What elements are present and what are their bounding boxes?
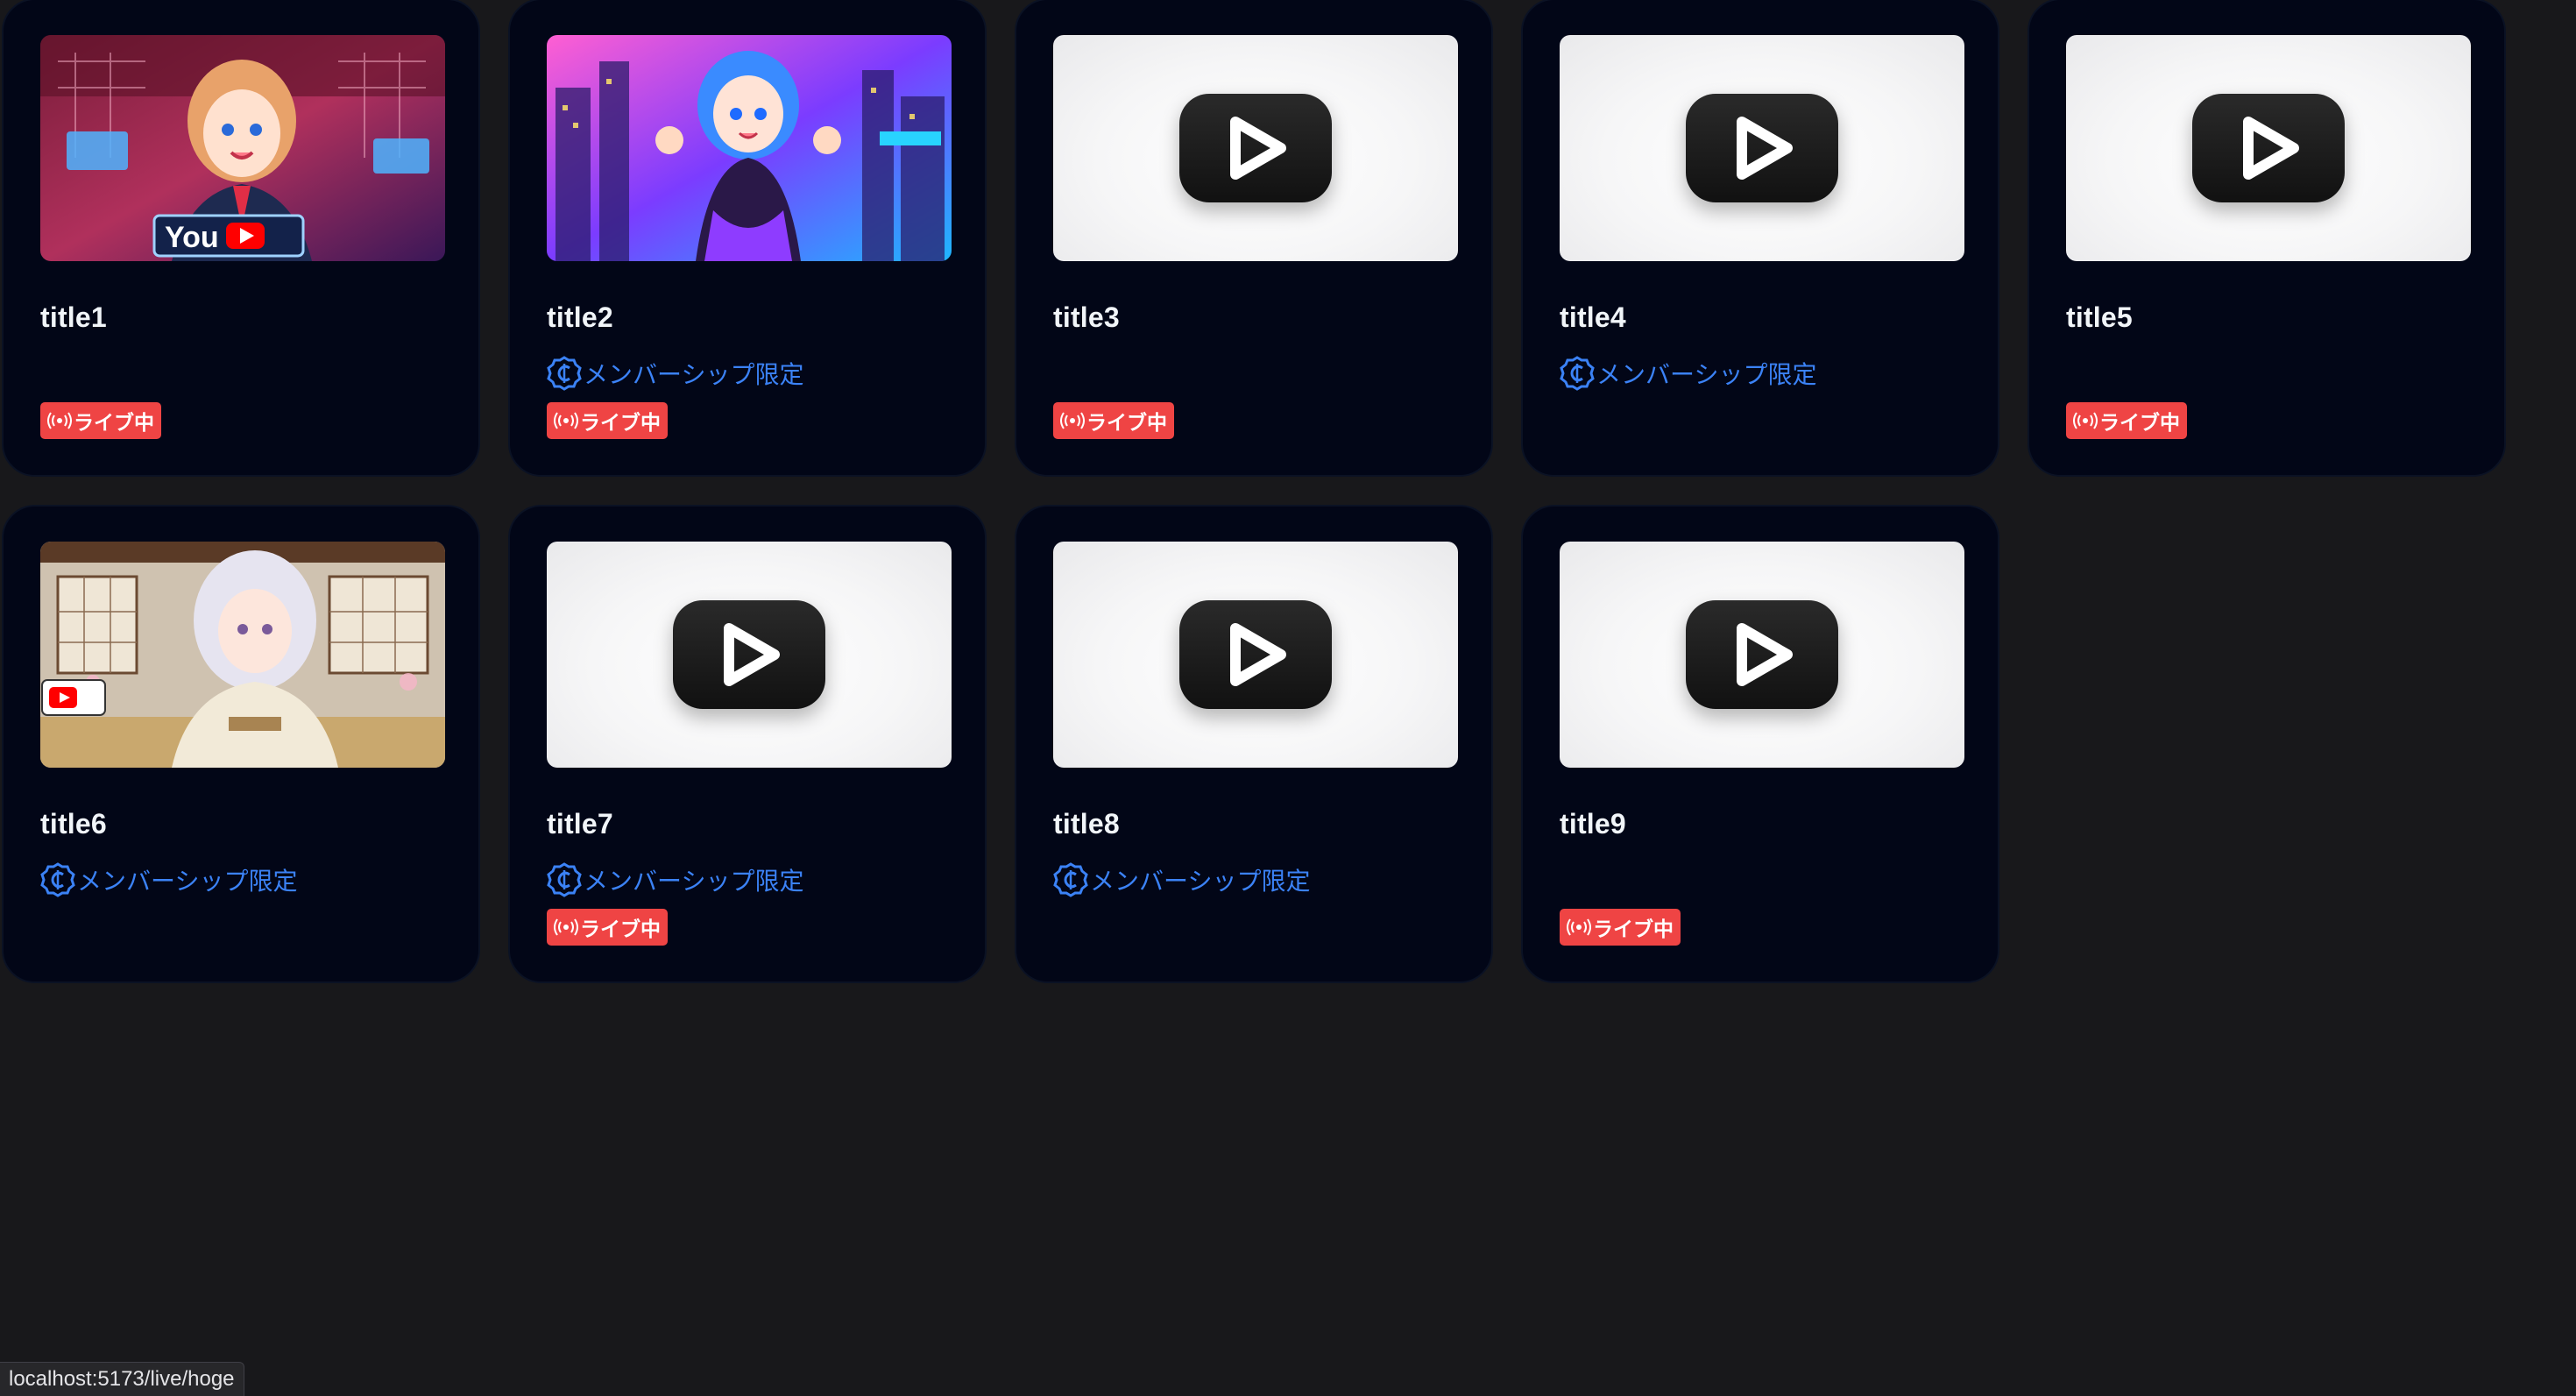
live-badge: ライブ中	[2066, 402, 2187, 439]
link-status-bar: localhost:5173/live/hoge	[0, 1362, 244, 1396]
card-title: title2	[547, 301, 613, 333]
membership-label: メンバーシップ限定	[1596, 361, 1817, 388]
live-card[interactable]: title7 メンバーシップ限定 ライブ中	[508, 505, 987, 983]
live-card[interactable]: title8 メンバーシップ限定	[1015, 505, 1493, 983]
thumbnail-placeholder	[1053, 35, 1458, 261]
live-card[interactable]: title4 メンバーシップ限定	[1521, 0, 1999, 477]
membership-label: メンバーシップ限定	[77, 868, 298, 895]
play-button-icon	[2192, 94, 2345, 202]
thumbnail-placeholder	[1053, 542, 1458, 768]
live-badge: ライブ中	[1053, 402, 1174, 439]
thumbnail-placeholder	[1560, 35, 1964, 261]
live-broadcast-icon	[1567, 918, 1591, 936]
membership-only-label: メンバーシップ限定	[1560, 356, 1816, 391]
live-badge: ライブ中	[40, 402, 161, 439]
membership-coin-icon	[547, 862, 582, 897]
live-badge: ライブ中	[1560, 909, 1681, 946]
live-card[interactable]: You title1 ライブ中	[2, 0, 480, 477]
live-badge: ライブ中	[547, 909, 668, 946]
membership-label: メンバーシップ限定	[1090, 868, 1311, 895]
membership-only-label: メンバーシップ限定	[547, 356, 803, 391]
card-title: title6	[40, 808, 107, 840]
thumbnail-placeholder	[547, 542, 952, 768]
thumbnail-placeholder	[2066, 35, 2471, 261]
membership-coin-icon	[1560, 356, 1595, 391]
play-button-icon	[1179, 94, 1332, 202]
membership-coin-icon	[40, 862, 75, 897]
card-title: title8	[1053, 808, 1120, 840]
live-card[interactable]: title3 ライブ中	[1015, 0, 1493, 477]
membership-coin-icon	[1053, 862, 1088, 897]
live-broadcast-icon	[554, 918, 578, 936]
live-grid: You title1 ライブ中 title2 メンバーシップ限定 ライブ中 ti…	[0, 0, 2576, 1395]
card-title: title3	[1053, 301, 1120, 333]
membership-only-label: メンバーシップ限定	[1053, 862, 1310, 897]
thumbnail-placeholder	[1560, 542, 1964, 768]
live-card[interactable]: title9 ライブ中	[1521, 505, 1999, 983]
play-button-icon	[673, 600, 825, 709]
membership-coin-icon	[547, 356, 582, 391]
play-button-icon	[1686, 600, 1838, 709]
live-label: ライブ中	[2099, 411, 2180, 434]
thumbnail-image	[547, 35, 952, 261]
live-card[interactable]: title5 ライブ中	[2028, 0, 2506, 477]
thumbnail-image	[40, 542, 445, 768]
live-label: ライブ中	[580, 918, 661, 940]
live-broadcast-icon	[47, 412, 72, 429]
live-badge: ライブ中	[547, 402, 668, 439]
membership-label: メンバーシップ限定	[584, 361, 804, 388]
membership-only-label: メンバーシップ限定	[547, 862, 803, 897]
live-label: ライブ中	[1086, 411, 1167, 434]
live-broadcast-icon	[1060, 412, 1085, 429]
play-button-icon	[1179, 600, 1332, 709]
live-card[interactable]: title6 メンバーシップ限定	[2, 505, 480, 983]
svg-text:You: You	[165, 221, 219, 254]
live-label: ライブ中	[580, 411, 661, 434]
membership-label: メンバーシップ限定	[584, 868, 804, 895]
live-broadcast-icon	[554, 412, 578, 429]
membership-only-label: メンバーシップ限定	[40, 862, 297, 897]
live-broadcast-icon	[2073, 412, 2098, 429]
live-card[interactable]: title2 メンバーシップ限定 ライブ中	[508, 0, 987, 477]
card-title: title5	[2066, 301, 2133, 333]
card-title: title9	[1560, 808, 1626, 840]
card-title: title1	[40, 301, 107, 333]
live-label: ライブ中	[74, 411, 154, 434]
live-label: ライブ中	[1593, 918, 1674, 940]
card-title: title7	[547, 808, 613, 840]
thumbnail-image: You	[40, 35, 445, 261]
play-button-icon	[1686, 94, 1838, 202]
card-title: title4	[1560, 301, 1626, 333]
